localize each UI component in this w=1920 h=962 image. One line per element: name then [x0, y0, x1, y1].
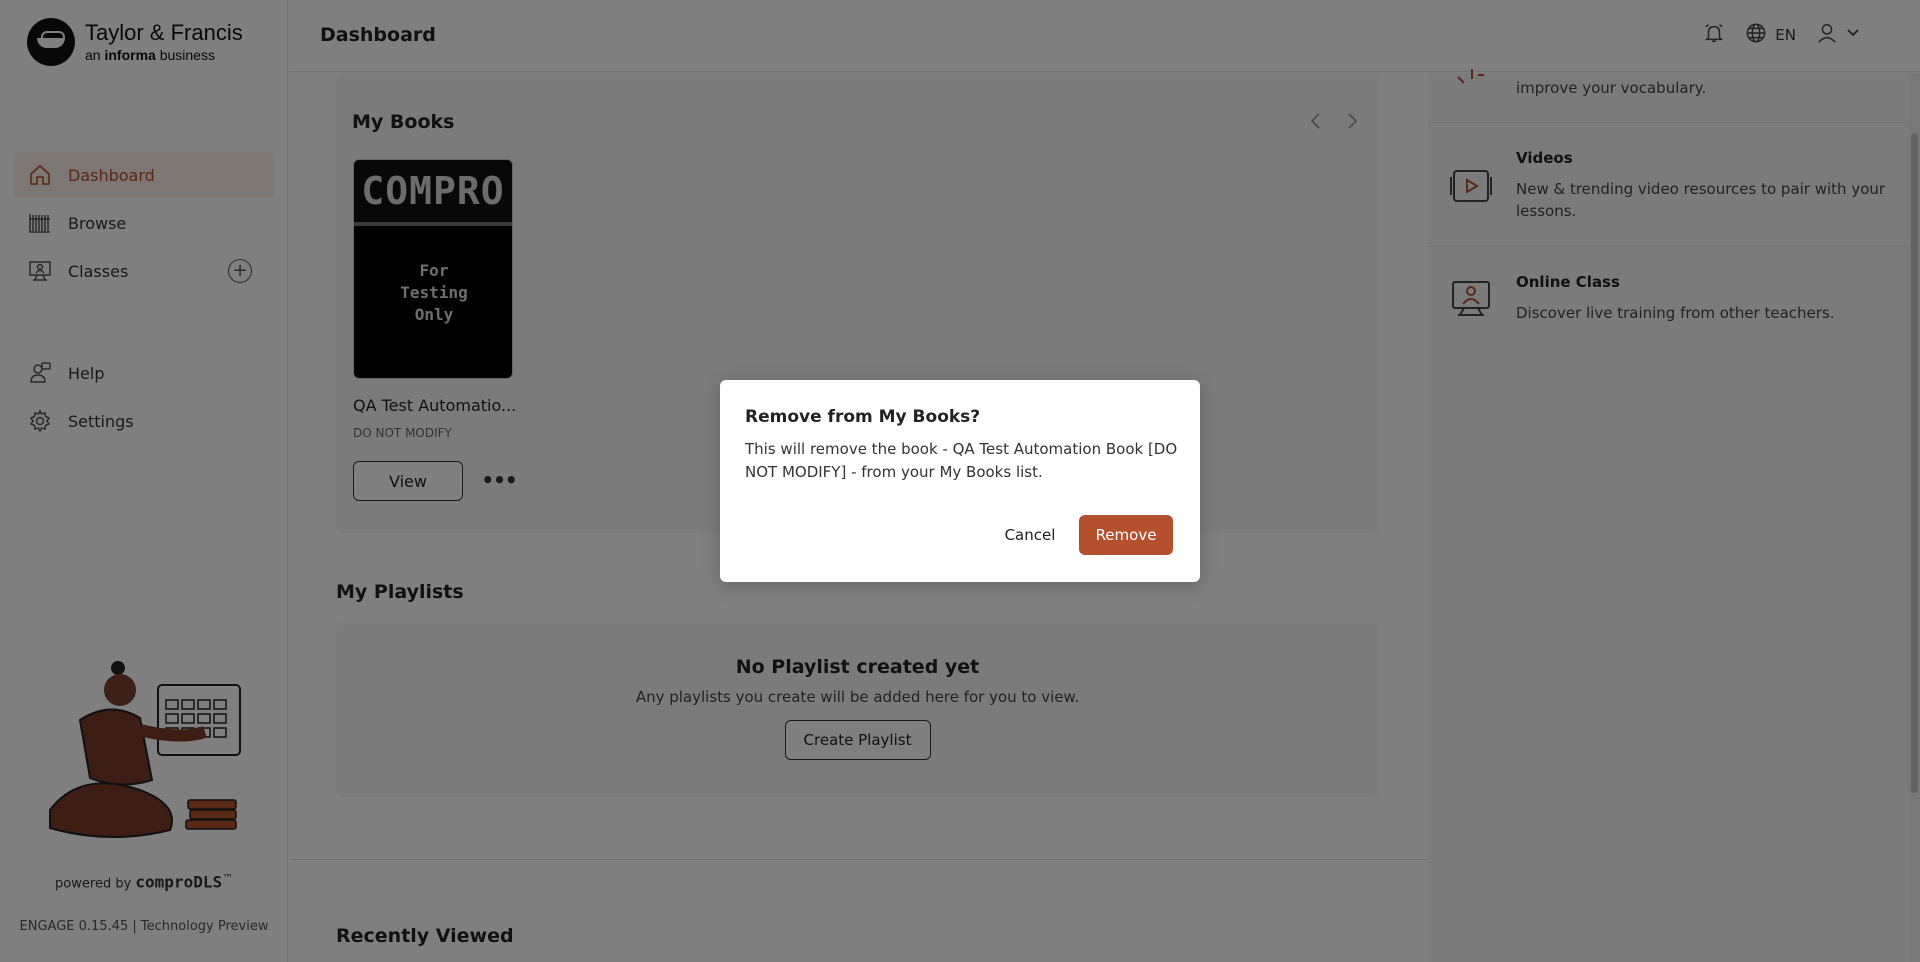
remove-book-dialog: Remove from My Books? This will remove t…	[720, 380, 1200, 582]
cancel-button[interactable]: Cancel	[992, 515, 1068, 555]
dialog-message: This will remove the book - QA Test Auto…	[745, 440, 1178, 481]
remove-button[interactable]: Remove	[1079, 515, 1173, 555]
dialog-title: Remove from My Books?	[745, 407, 981, 427]
